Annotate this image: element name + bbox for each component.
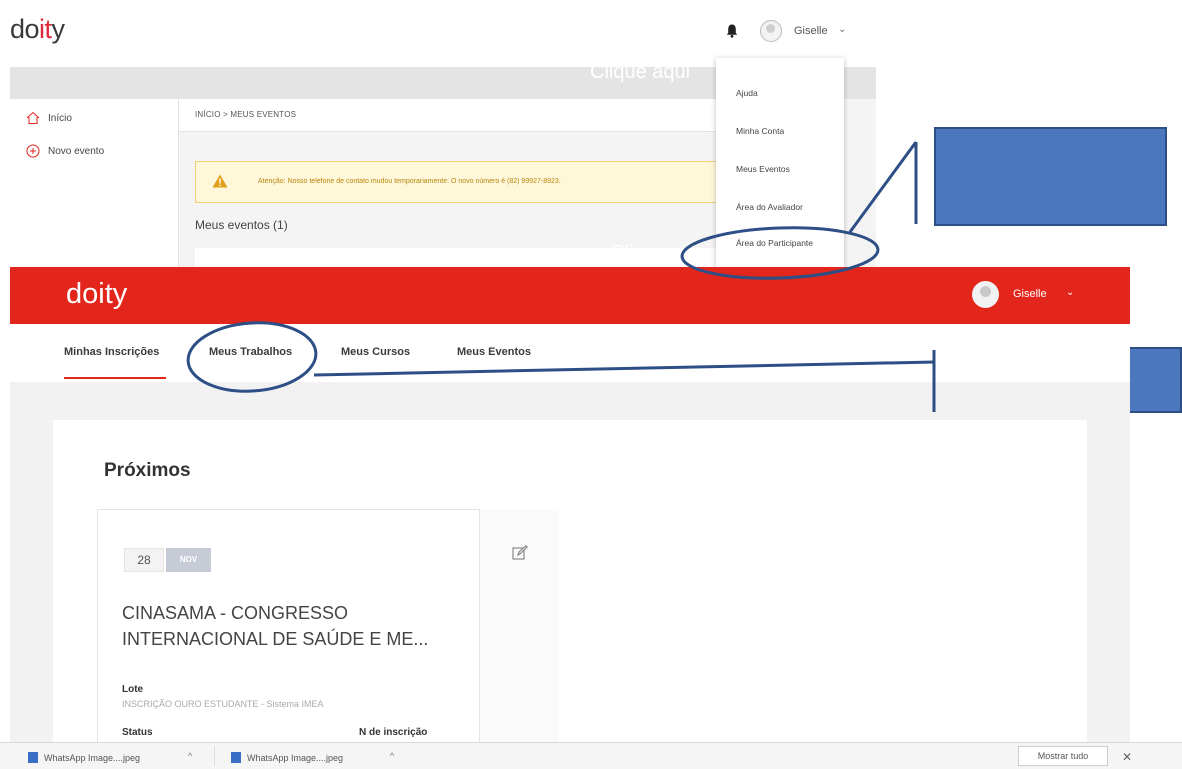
user-name[interactable]: Giselle	[1013, 288, 1047, 300]
download-filename: WhatsApp Image....jpeg	[44, 752, 141, 763]
sidebar-item-inicio[interactable]: Início	[26, 111, 72, 125]
status-label: Status	[122, 727, 153, 738]
download-item-1[interactable]: WhatsApp Image....jpeg	[28, 752, 140, 763]
logo-part-it: it	[39, 14, 52, 44]
menu-item-meus-eventos[interactable]: Meus Eventos	[736, 164, 790, 174]
doity-logo-top[interactable]: doity	[10, 14, 65, 45]
plus-circle-icon	[26, 144, 40, 158]
sidebar-item-novo-evento[interactable]: Novo evento	[26, 144, 104, 158]
header-bar	[10, 267, 1130, 324]
active-tab-indicator	[64, 377, 166, 379]
alert-text: Atenção: Nosso telefone de contato mudou…	[258, 178, 561, 185]
sidebar-top: Início Novo evento	[10, 99, 179, 269]
chevron-up-icon[interactable]: ^	[390, 751, 394, 761]
user-name-top[interactable]: Giselle	[794, 25, 828, 37]
menu-item-area-participante[interactable]: Área do Participante	[736, 238, 813, 248]
tab-minhas-inscricoes[interactable]: Minhas Inscrições	[64, 346, 159, 358]
download-item-2[interactable]: WhatsApp Image....jpeg	[231, 752, 343, 763]
image-file-icon	[28, 752, 38, 763]
meus-eventos-heading: Meus eventos (1)	[195, 218, 288, 232]
sidebar-item-label: Início	[48, 112, 72, 124]
avatar[interactable]	[972, 281, 999, 308]
event-title[interactable]: CINASAMA - CONGRESSO INTERNACIONAL DE SA…	[122, 600, 462, 652]
inscricao-number-label: N de inscrição	[359, 727, 428, 738]
sidebar-item-label: Novo evento	[48, 145, 105, 157]
logo-part-do: do	[10, 14, 40, 44]
image-file-icon	[231, 752, 241, 763]
avatar-top[interactable]	[760, 20, 782, 42]
doity-logo[interactable]: doity	[66, 278, 127, 311]
home-icon	[26, 111, 40, 124]
tabs-bar	[10, 324, 1130, 382]
tab-meus-cursos[interactable]: Meus Cursos	[341, 346, 410, 358]
tab-meus-eventos[interactable]: Meus Eventos	[457, 346, 531, 358]
menu-item-area-avaliador[interactable]: Área do Avaliador	[736, 202, 803, 212]
menu-item-ajuda[interactable]: Ajuda	[736, 88, 758, 98]
download-filename: WhatsApp Image....jpeg	[247, 752, 344, 763]
chevron-down-icon[interactable]: ⌄	[1066, 287, 1074, 298]
clique-aqui-label-1: Clique aqui	[590, 61, 691, 83]
chevron-up-icon[interactable]: ^	[188, 751, 192, 761]
bell-icon[interactable]	[726, 24, 738, 38]
callout-box-1	[934, 127, 1167, 226]
clique-aqui-label-2: Clique aqui	[610, 242, 711, 264]
lote-label: Lote	[122, 684, 144, 695]
close-icon[interactable]: ✕	[1122, 750, 1132, 764]
menu-item-minha-conta[interactable]: Minha Conta	[736, 126, 784, 136]
alert-banner: Atenção: Nosso telefone de contato mudou…	[195, 161, 725, 203]
lote-value: INSCRIÇÃO OURO ESTUDANTE - Sistema IMEA	[122, 699, 324, 709]
warning-icon	[212, 174, 228, 188]
user-dropdown-menu: Ajuda Minha Conta Meus Eventos Área do A…	[716, 58, 844, 270]
show-all-button[interactable]: Mostrar tudo	[1018, 746, 1108, 766]
divider	[214, 746, 215, 766]
download-bar	[0, 742, 1182, 769]
logo-part-y: y	[51, 14, 66, 44]
tab-meus-trabalhos[interactable]: Meus Trabalhos	[209, 346, 292, 358]
edit-icon[interactable]	[512, 545, 528, 561]
breadcrumb-text: INÍCIO > MEUS EVENTOS	[195, 110, 297, 119]
breadcrumb: INÍCIO > MEUS EVENTOS	[179, 99, 719, 132]
event-month: NOV	[166, 548, 211, 572]
section-title: Próximos	[104, 460, 191, 481]
chevron-down-icon[interactable]: ⌄	[838, 24, 846, 35]
event-day: 28	[124, 548, 164, 572]
